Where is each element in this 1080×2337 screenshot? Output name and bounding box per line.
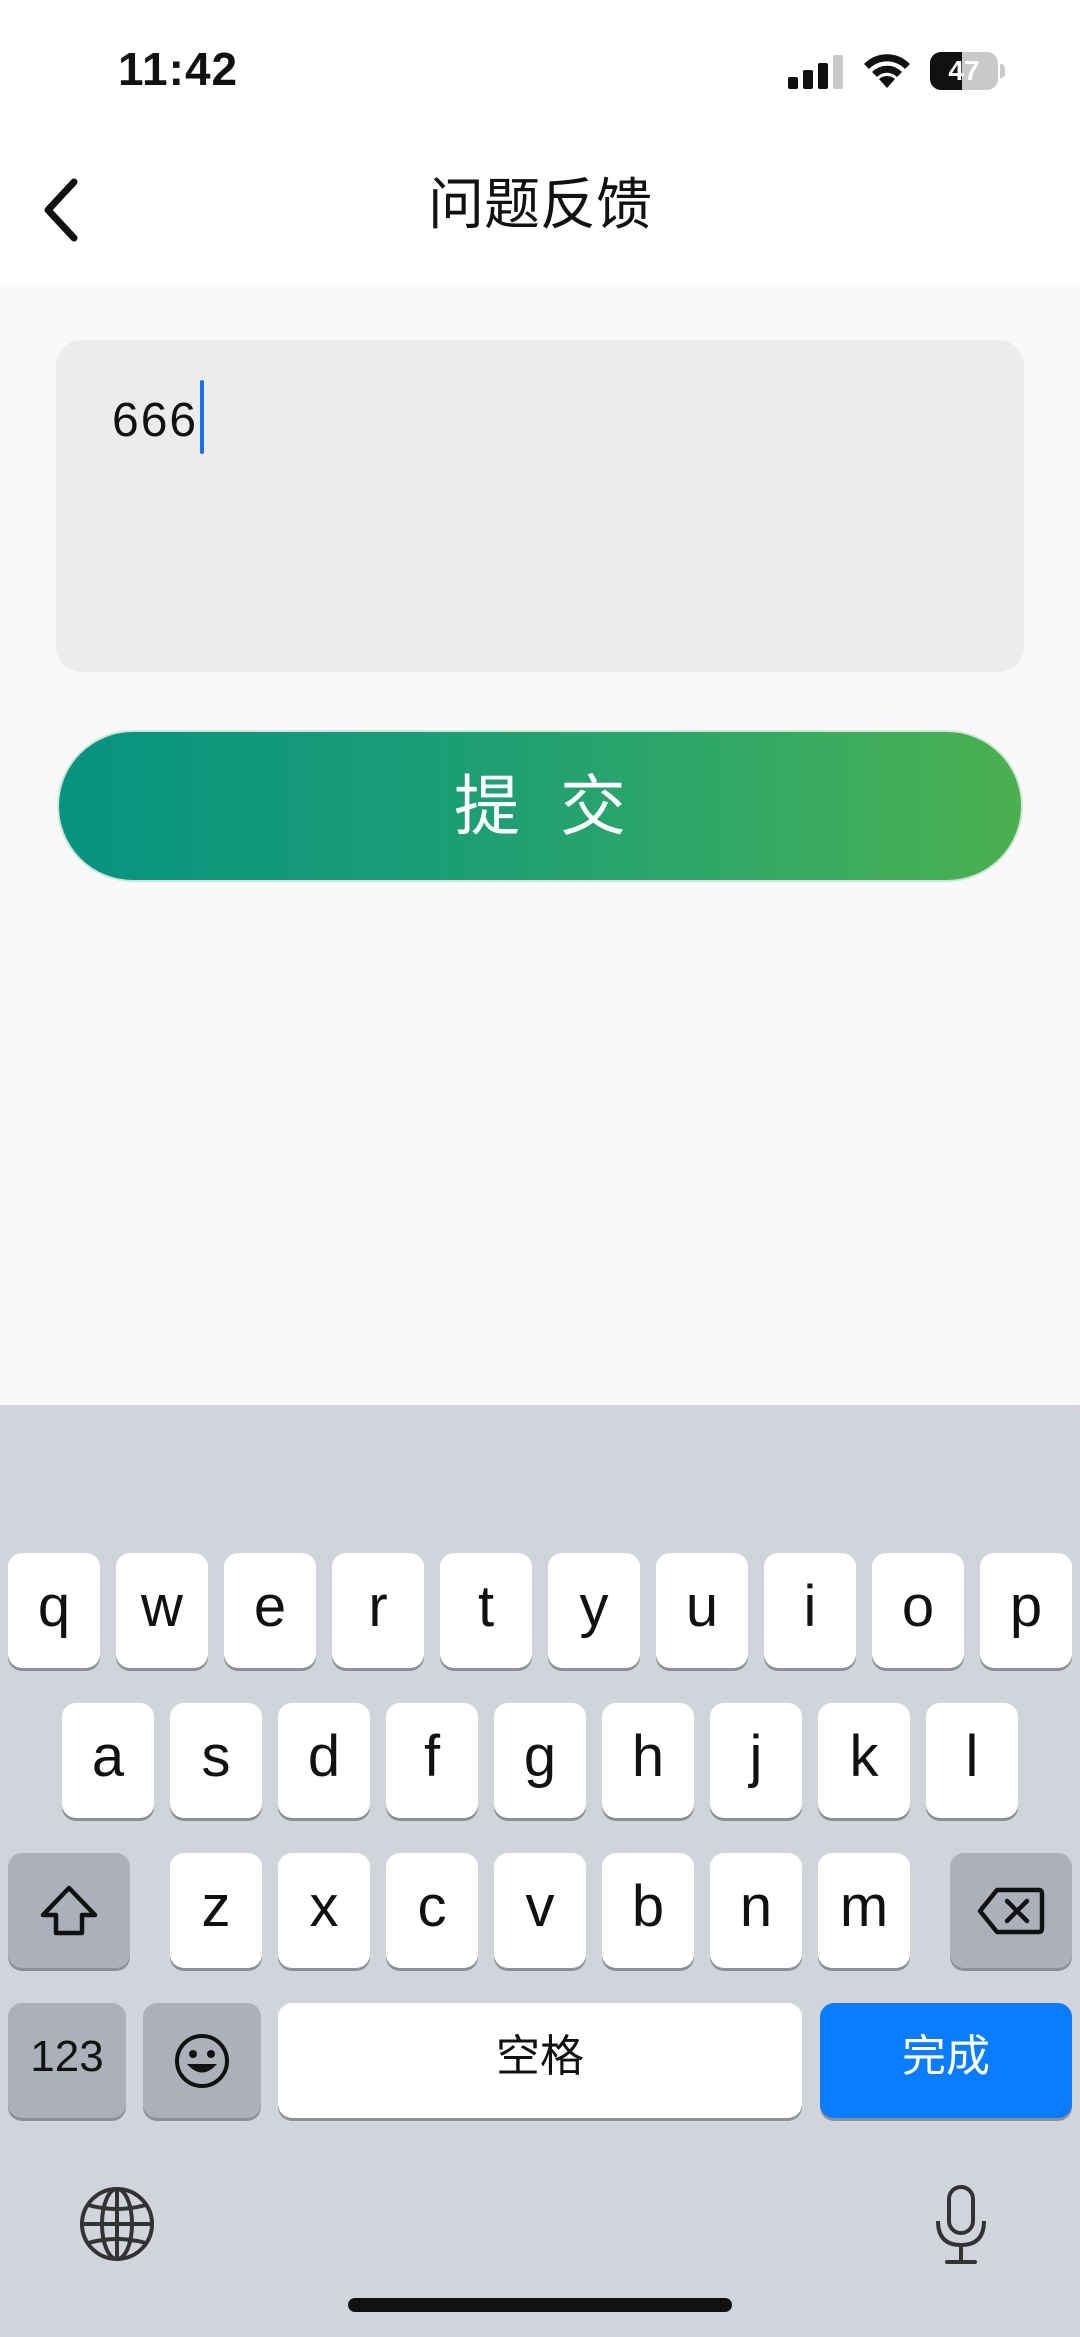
key-p[interactable]: p [980, 1553, 1072, 1668]
battery-indicator: 47 [930, 52, 1006, 90]
wifi-icon [864, 54, 910, 88]
keyboard: q w e r t y u i o p a s d f g h j k l z … [0, 1405, 1080, 2337]
emoji-icon [175, 2033, 229, 2088]
key-l[interactable]: l [926, 1703, 1018, 1818]
back-button[interactable] [30, 170, 100, 250]
submit-button[interactable]: 提交 [57, 730, 1023, 882]
navigation-bar: 问题反馈 [0, 140, 1080, 285]
key-t[interactable]: t [440, 1553, 532, 1668]
key-c[interactable]: c [386, 1853, 478, 1968]
key-i[interactable]: i [764, 1553, 856, 1668]
feedback-form: 666 提交 [0, 285, 1080, 1405]
feedback-textarea[interactable]: 666 [56, 340, 1024, 672]
shift-icon [40, 1885, 98, 1935]
key-d[interactable]: d [278, 1703, 370, 1818]
emoji-key[interactable] [143, 2003, 261, 2118]
text-cursor [200, 380, 205, 454]
key-o[interactable]: o [872, 1553, 964, 1668]
key-g[interactable]: g [494, 1703, 586, 1818]
key-u[interactable]: u [656, 1553, 748, 1668]
done-key[interactable]: 完成 [820, 2003, 1072, 2118]
microphone-icon [936, 2185, 986, 2264]
key-a[interactable]: a [62, 1703, 154, 1818]
chevron-left-icon [44, 178, 78, 242]
feedback-input-value: 666 [112, 394, 199, 447]
key-m[interactable]: m [818, 1853, 910, 1968]
key-z[interactable]: z [170, 1853, 262, 1968]
key-e[interactable]: e [224, 1553, 316, 1668]
delete-key[interactable] [950, 1853, 1072, 1968]
globe-icon [80, 2187, 154, 2261]
numbers-key[interactable]: 123 [8, 2003, 126, 2118]
shift-key[interactable] [8, 1853, 130, 1968]
key-w[interactable]: w [116, 1553, 208, 1668]
status-time: 11:42 [118, 43, 239, 95]
home-indicator [348, 2298, 732, 2312]
key-f[interactable]: f [386, 1703, 478, 1818]
key-j[interactable]: j [710, 1703, 802, 1818]
battery-percent: 47 [948, 55, 980, 86]
key-q[interactable]: q [8, 1553, 100, 1668]
cellular-signal-icon [788, 55, 843, 89]
page-title: 问题反馈 [428, 173, 652, 236]
globe-button[interactable] [78, 2185, 156, 2263]
space-key[interactable]: 空格 [278, 2003, 802, 2118]
key-h[interactable]: h [602, 1703, 694, 1818]
key-s[interactable]: s [170, 1703, 262, 1818]
key-r[interactable]: r [332, 1553, 424, 1668]
key-v[interactable]: v [494, 1853, 586, 1968]
key-k[interactable]: k [818, 1703, 910, 1818]
key-n[interactable]: n [710, 1853, 802, 1968]
key-y[interactable]: y [548, 1553, 640, 1668]
key-x[interactable]: x [278, 1853, 370, 1968]
dictation-button[interactable] [930, 2183, 992, 2267]
delete-backspace-icon [977, 1887, 1045, 1934]
key-b[interactable]: b [602, 1853, 694, 1968]
status-bar: 11:42 47 [0, 0, 1080, 140]
